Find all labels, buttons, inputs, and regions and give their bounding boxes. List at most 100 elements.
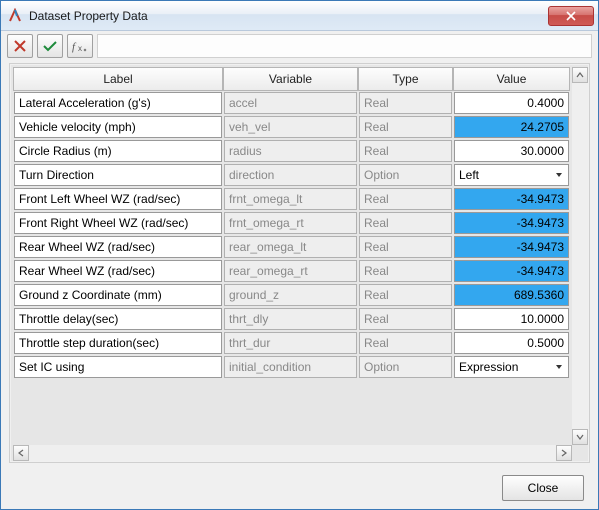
chevron-up-icon [576,71,584,79]
table-row: Ground z Coordinate (mm)ground_zReal689.… [13,283,570,307]
cell-type: Real [359,116,452,138]
cell-variable: rear_omega_lt [224,236,357,258]
cell-label[interactable]: Front Left Wheel WZ (rad/sec) [14,188,222,210]
cell-type: Real [359,308,452,330]
close-button[interactable]: Close [502,475,584,501]
table-row: Set IC usinginitial_conditionOption Expre… [13,355,570,379]
select-value: Expression [459,357,518,377]
cell-variable: radius [224,140,357,162]
window-close-button[interactable] [548,6,594,26]
cell-label[interactable]: Turn Direction [14,164,222,186]
table-row: Front Left Wheel WZ (rad/sec)frnt_omega_… [13,187,570,211]
scroll-left-button[interactable] [13,445,29,461]
cell-variable: accel [224,92,357,114]
toolbar: f x [1,31,598,61]
cell-value[interactable]: 24.2705 [454,116,569,138]
table-row: Throttle step duration(sec)thrt_durReal0… [13,331,570,355]
close-icon [566,11,576,21]
cell-type: Real [359,188,452,210]
horizontal-scrollbar[interactable] [13,445,572,461]
table-row: Throttle delay(sec)thrt_dlyReal10.0000 [13,307,570,331]
cell-value[interactable]: -34.9473 [454,212,569,234]
cell-variable: thrt_dur [224,332,357,354]
dialog-footer: Close [1,467,598,509]
cell-type: Real [359,332,452,354]
cell-type: Option [359,356,452,378]
cell-value[interactable]: 0.5000 [454,332,569,354]
cell-type: Real [359,140,452,162]
table-row: Turn DirectiondirectionOption Left [13,163,570,187]
table-row: Circle Radius (m)radiusReal30.0000 [13,139,570,163]
cell-type: Real [359,260,452,282]
svg-text:x: x [78,44,82,53]
cell-type: Option [359,164,452,186]
cell-value[interactable]: 10.0000 [454,308,569,330]
cancel-button[interactable] [7,34,33,58]
app-icon [7,8,23,24]
table-row: Lateral Acceleration (g's)accelReal0.400… [13,91,570,115]
window-title: Dataset Property Data [29,9,548,23]
cell-label[interactable]: Lateral Acceleration (g's) [14,92,222,114]
chevron-down-icon [552,167,566,183]
cell-variable: rear_omega_rt [224,260,357,282]
cell-variable: veh_vel [224,116,357,138]
cell-type: Real [359,92,452,114]
cell-value[interactable]: 689.5360 [454,284,569,306]
close-button-label: Close [528,481,559,495]
cell-label[interactable]: Throttle step duration(sec) [14,332,222,354]
cell-label[interactable]: Vehicle velocity (mph) [14,116,222,138]
cell-variable: direction [224,164,357,186]
cell-variable: frnt_omega_rt [224,212,357,234]
property-table: Label Variable Type Value Lateral Accele… [13,67,570,379]
x-red-icon [14,40,26,52]
svg-text:f: f [72,41,77,53]
cell-variable: frnt_omega_lt [224,188,357,210]
cell-value[interactable]: -34.9473 [454,260,569,282]
cell-variable: initial_condition [224,356,357,378]
chevron-down-icon [552,359,566,375]
col-header-value[interactable]: Value [453,67,570,91]
col-header-type[interactable]: Type [358,67,453,91]
cell-label[interactable]: Throttle delay(sec) [14,308,222,330]
cell-label[interactable]: Set IC using [14,356,222,378]
table-row: Rear Wheel WZ (rad/sec)rear_omega_ltReal… [13,235,570,259]
scroll-right-button[interactable] [556,445,572,461]
dialog-window: Dataset Property Data f x [0,0,599,510]
cell-value[interactable]: 0.4000 [454,92,569,114]
accept-button[interactable] [37,34,63,58]
cell-value-select[interactable]: Left [454,164,569,186]
table-row: Rear Wheel WZ (rad/sec)rear_omega_rtReal… [13,259,570,283]
scroll-down-button[interactable] [572,429,588,445]
scroll-up-button[interactable] [572,67,588,83]
cell-label[interactable]: Ground z Coordinate (mm) [14,284,222,306]
cell-value[interactable]: -34.9473 [454,188,569,210]
chevron-right-icon [560,449,568,457]
fx-icon: f x [72,39,88,53]
cell-label[interactable]: Circle Radius (m) [14,140,222,162]
cell-label[interactable]: Front Right Wheel WZ (rad/sec) [14,212,222,234]
table-header-row: Label Variable Type Value [13,67,570,91]
cell-type: Real [359,284,452,306]
cell-variable: ground_z [224,284,357,306]
cell-type: Real [359,212,452,234]
col-header-label[interactable]: Label [13,67,223,91]
vertical-scrollbar[interactable] [572,67,588,445]
chevron-left-icon [17,449,25,457]
table-row: Vehicle velocity (mph)veh_velReal24.2705 [13,115,570,139]
cell-value[interactable]: -34.9473 [454,236,569,258]
select-value: Left [459,165,479,185]
cell-label[interactable]: Rear Wheel WZ (rad/sec) [14,260,222,282]
content-panel: Label Variable Type Value Lateral Accele… [9,63,590,463]
cell-type: Real [359,236,452,258]
col-header-variable[interactable]: Variable [223,67,358,91]
titlebar: Dataset Property Data [1,1,598,31]
formula-input[interactable] [97,34,592,58]
check-green-icon [43,40,57,52]
table-row: Front Right Wheel WZ (rad/sec)frnt_omega… [13,211,570,235]
cell-label[interactable]: Rear Wheel WZ (rad/sec) [14,236,222,258]
grid-scroll-area: Label Variable Type Value Lateral Accele… [11,65,588,461]
cell-value-select[interactable]: Expression [454,356,569,378]
fx-button[interactable]: f x [67,34,93,58]
chevron-down-icon [576,433,584,441]
cell-value[interactable]: 30.0000 [454,140,569,162]
